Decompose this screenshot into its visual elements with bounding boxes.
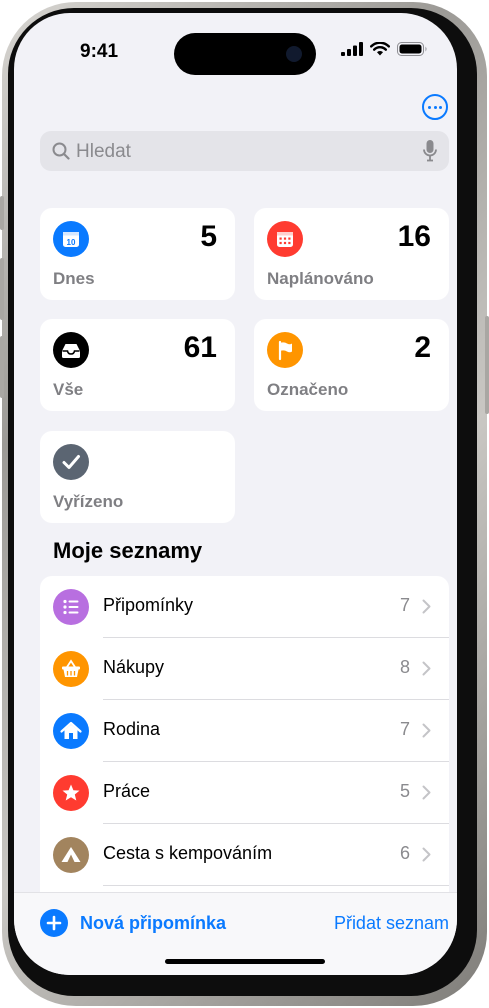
basket-icon: [53, 651, 89, 687]
list-name: Cesta s kempováním: [103, 843, 273, 863]
chevron-right-icon: [422, 599, 431, 614]
calendar-icon: [267, 221, 303, 257]
plus-circle-icon: [40, 909, 68, 937]
screen: 9:41 Hledat 10 5 Dnes 16 Naplánováno 61 …: [14, 13, 457, 975]
scheduled-label: Naplánováno: [267, 269, 374, 288]
volume-down-button: [0, 336, 4, 398]
search-placeholder: Hledat: [76, 141, 131, 162]
chevron-right-icon: [422, 661, 431, 676]
chevron-right-icon: [422, 785, 431, 800]
list-item[interactable]: Připomínky 7: [40, 576, 449, 638]
signal-icon: [341, 42, 363, 56]
smart-list-scheduled[interactable]: 16 Naplánováno: [254, 208, 449, 300]
more-options-icon[interactable]: [422, 94, 448, 120]
microphone-icon[interactable]: [423, 140, 437, 162]
new-reminder-label: Nová připomínka: [80, 912, 227, 933]
status-time: 9:41: [80, 41, 119, 62]
list-name: Připomínky: [103, 595, 194, 615]
list-count: 8: [399, 657, 410, 677]
flagged-count: 2: [414, 331, 431, 364]
list-name: Nákupy: [103, 657, 165, 677]
smart-list-today[interactable]: 10 5 Dnes: [40, 208, 235, 300]
calendar-today-icon: 10: [53, 221, 89, 257]
smart-list-completed[interactable]: Vyřízeno: [40, 431, 235, 523]
scheduled-count: 16: [397, 220, 431, 253]
checkmark-icon: [53, 444, 89, 480]
action-button: [0, 196, 4, 230]
today-count: 5: [200, 220, 217, 253]
list-count: 7: [399, 719, 410, 739]
svg-text:10: 10: [67, 238, 76, 247]
dynamic-island: [174, 33, 316, 75]
camera-icon: [286, 46, 302, 62]
row-divider: [103, 885, 449, 886]
house-icon: [53, 713, 89, 749]
list-count: 6: [399, 843, 410, 863]
tent-icon: [53, 837, 89, 873]
search-icon: [52, 142, 70, 160]
list-item[interactable]: Rodina 7: [40, 700, 449, 762]
volume-up-button: [0, 258, 4, 320]
list-name: Práce: [103, 781, 151, 801]
power-button: [485, 316, 489, 414]
add-list-button[interactable]: Přidat seznam: [334, 913, 449, 934]
my-lists: Připomínky 7 Nákupy 8 Rodina 7 Práce 5 C…: [40, 576, 449, 906]
list-item[interactable]: Cesta s kempováním 6: [40, 824, 449, 886]
all-count: 61: [183, 331, 217, 364]
flagged-label: Označeno: [267, 380, 349, 399]
chevron-right-icon: [422, 723, 431, 738]
search-field[interactable]: Hledat: [40, 131, 449, 171]
battery-icon: [397, 42, 427, 56]
list-item[interactable]: Práce 5: [40, 762, 449, 824]
tray-icon: [53, 332, 89, 368]
list-item[interactable]: Nákupy 8: [40, 638, 449, 700]
flag-icon: [267, 332, 303, 368]
smart-list-flagged[interactable]: 2 Označeno: [254, 319, 449, 411]
smart-list-all[interactable]: 61 Vše: [40, 319, 235, 411]
today-label: Dnes: [53, 269, 95, 288]
my-lists-heading: Moje seznamy: [53, 538, 203, 563]
chevron-right-icon: [422, 847, 431, 862]
star-icon: [53, 775, 89, 811]
completed-label: Vyřízeno: [53, 492, 124, 511]
home-indicator[interactable]: [165, 959, 325, 964]
status-icons: [341, 42, 428, 56]
all-label: Vše: [53, 380, 84, 399]
list-count: 5: [399, 781, 410, 801]
new-reminder-button[interactable]: Nová připomínka: [40, 909, 226, 937]
wifi-icon: [370, 42, 390, 56]
list-count: 7: [399, 595, 410, 615]
list-bullet-icon: [53, 589, 89, 625]
list-name: Rodina: [103, 719, 161, 739]
